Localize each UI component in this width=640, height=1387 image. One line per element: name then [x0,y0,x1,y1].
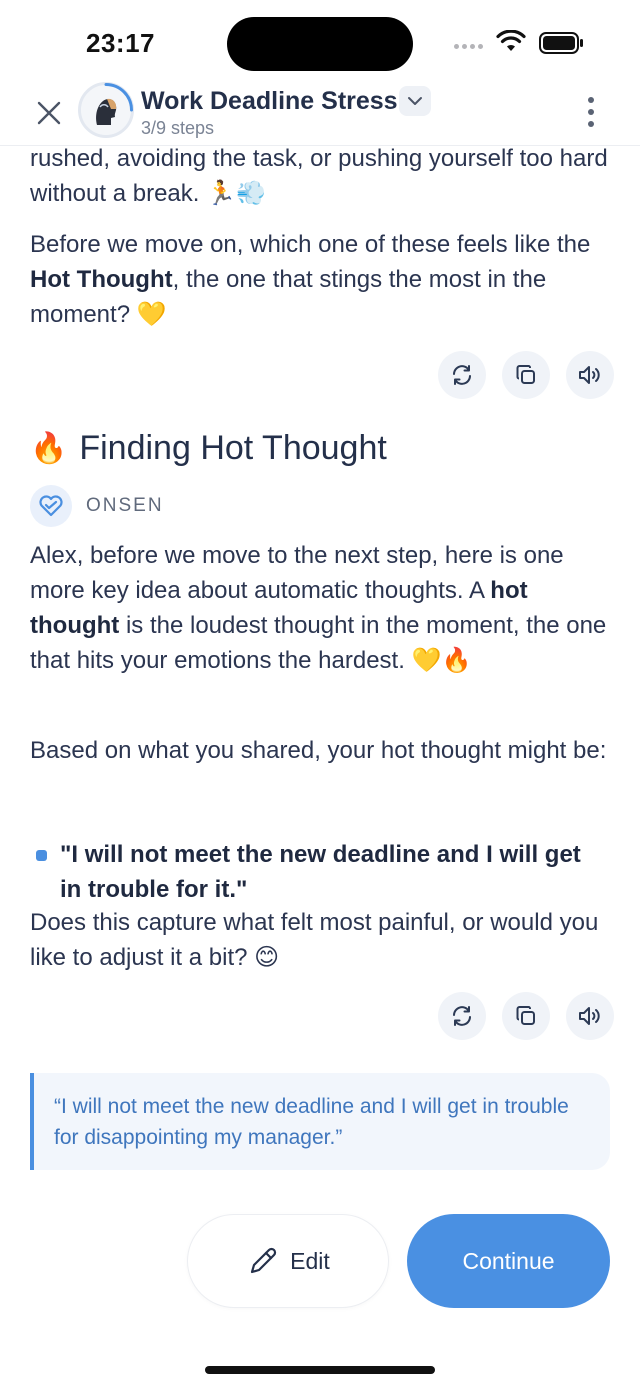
message-paragraph: Does this capture what felt most painful… [30,909,599,971]
message-actions [438,992,614,1040]
regenerate-button[interactable] [438,351,486,399]
chevron-down-icon [408,97,422,105]
regenerate-button[interactable] [438,992,486,1040]
message-paragraph: Before we move on, which one of these fe… [30,231,591,328]
author-name: ONSEN [86,495,164,516]
battery-icon [539,32,583,54]
section-heading: 🔥 Finding Hot Thought [30,429,387,468]
message-paragraph: Alex, before we move to the next step, h… [30,542,607,674]
user-reply-text: “I will not meet the new deadline and I … [54,1095,569,1149]
dynamic-island [227,17,413,71]
copy-button[interactable] [502,351,550,399]
refresh-icon [453,365,471,385]
status-time: 23:17 [86,28,155,58]
read-aloud-button[interactable] [566,351,614,399]
edit-button[interactable]: Edit [187,1214,389,1308]
speaker-icon [579,1007,600,1025]
home-indicator [205,1366,435,1374]
session-header: Work Deadline Stress 3/9 steps [0,82,640,146]
running-person-icon: 🏃 [206,179,236,207]
author-row: ONSEN [30,485,164,527]
speaker-icon [579,366,600,384]
cellular-signal-icon [454,44,483,49]
yellow-heart-icon: 💛 [136,300,167,328]
copy-icon [516,365,535,384]
more-vertical-icon [588,97,594,103]
progress-ring [104,83,133,112]
onsen-logo-icon [30,485,72,527]
section-title: Finding Hot Thought [79,429,387,467]
continue-button[interactable]: Continue [407,1214,610,1308]
pencil-icon [251,1247,277,1274]
smiling-face-icon: 😊 [254,943,280,971]
bullet-marker [36,850,47,861]
message-paragraph: rushed, avoiding the task, or pushing yo… [30,145,608,207]
status-bar: 23:17 [0,0,640,88]
hot-thought-text: "I will not meet the new deadline and I … [60,841,581,903]
title-dropdown-button[interactable] [399,86,431,116]
read-aloud-button[interactable] [566,992,614,1040]
fire-icon: 🔥 [30,431,68,466]
close-button[interactable] [32,96,66,130]
message-actions [438,351,614,399]
session-title[interactable]: Work Deadline Stress [141,87,398,116]
user-reply-quote: “I will not meet the new deadline and I … [30,1073,610,1170]
more-options-button[interactable] [580,94,602,130]
dash-icon: 💨 [236,179,266,207]
continue-button-label: Continue [462,1247,555,1274]
step-progress: 3/9 steps [141,118,215,138]
copy-button[interactable] [502,992,550,1040]
message-paragraph: Based on what you shared, your hot thoug… [30,737,607,764]
fire-icon: 🔥 [441,646,472,674]
edit-button-label: Edit [290,1247,330,1274]
close-icon [37,101,61,125]
wifi-icon [496,30,526,51]
hot-thought-bullet: "I will not meet the new deadline and I … [36,837,590,907]
yellow-heart-icon: 💛 [411,646,442,674]
refresh-icon [453,1006,471,1026]
copy-icon [516,1006,535,1025]
